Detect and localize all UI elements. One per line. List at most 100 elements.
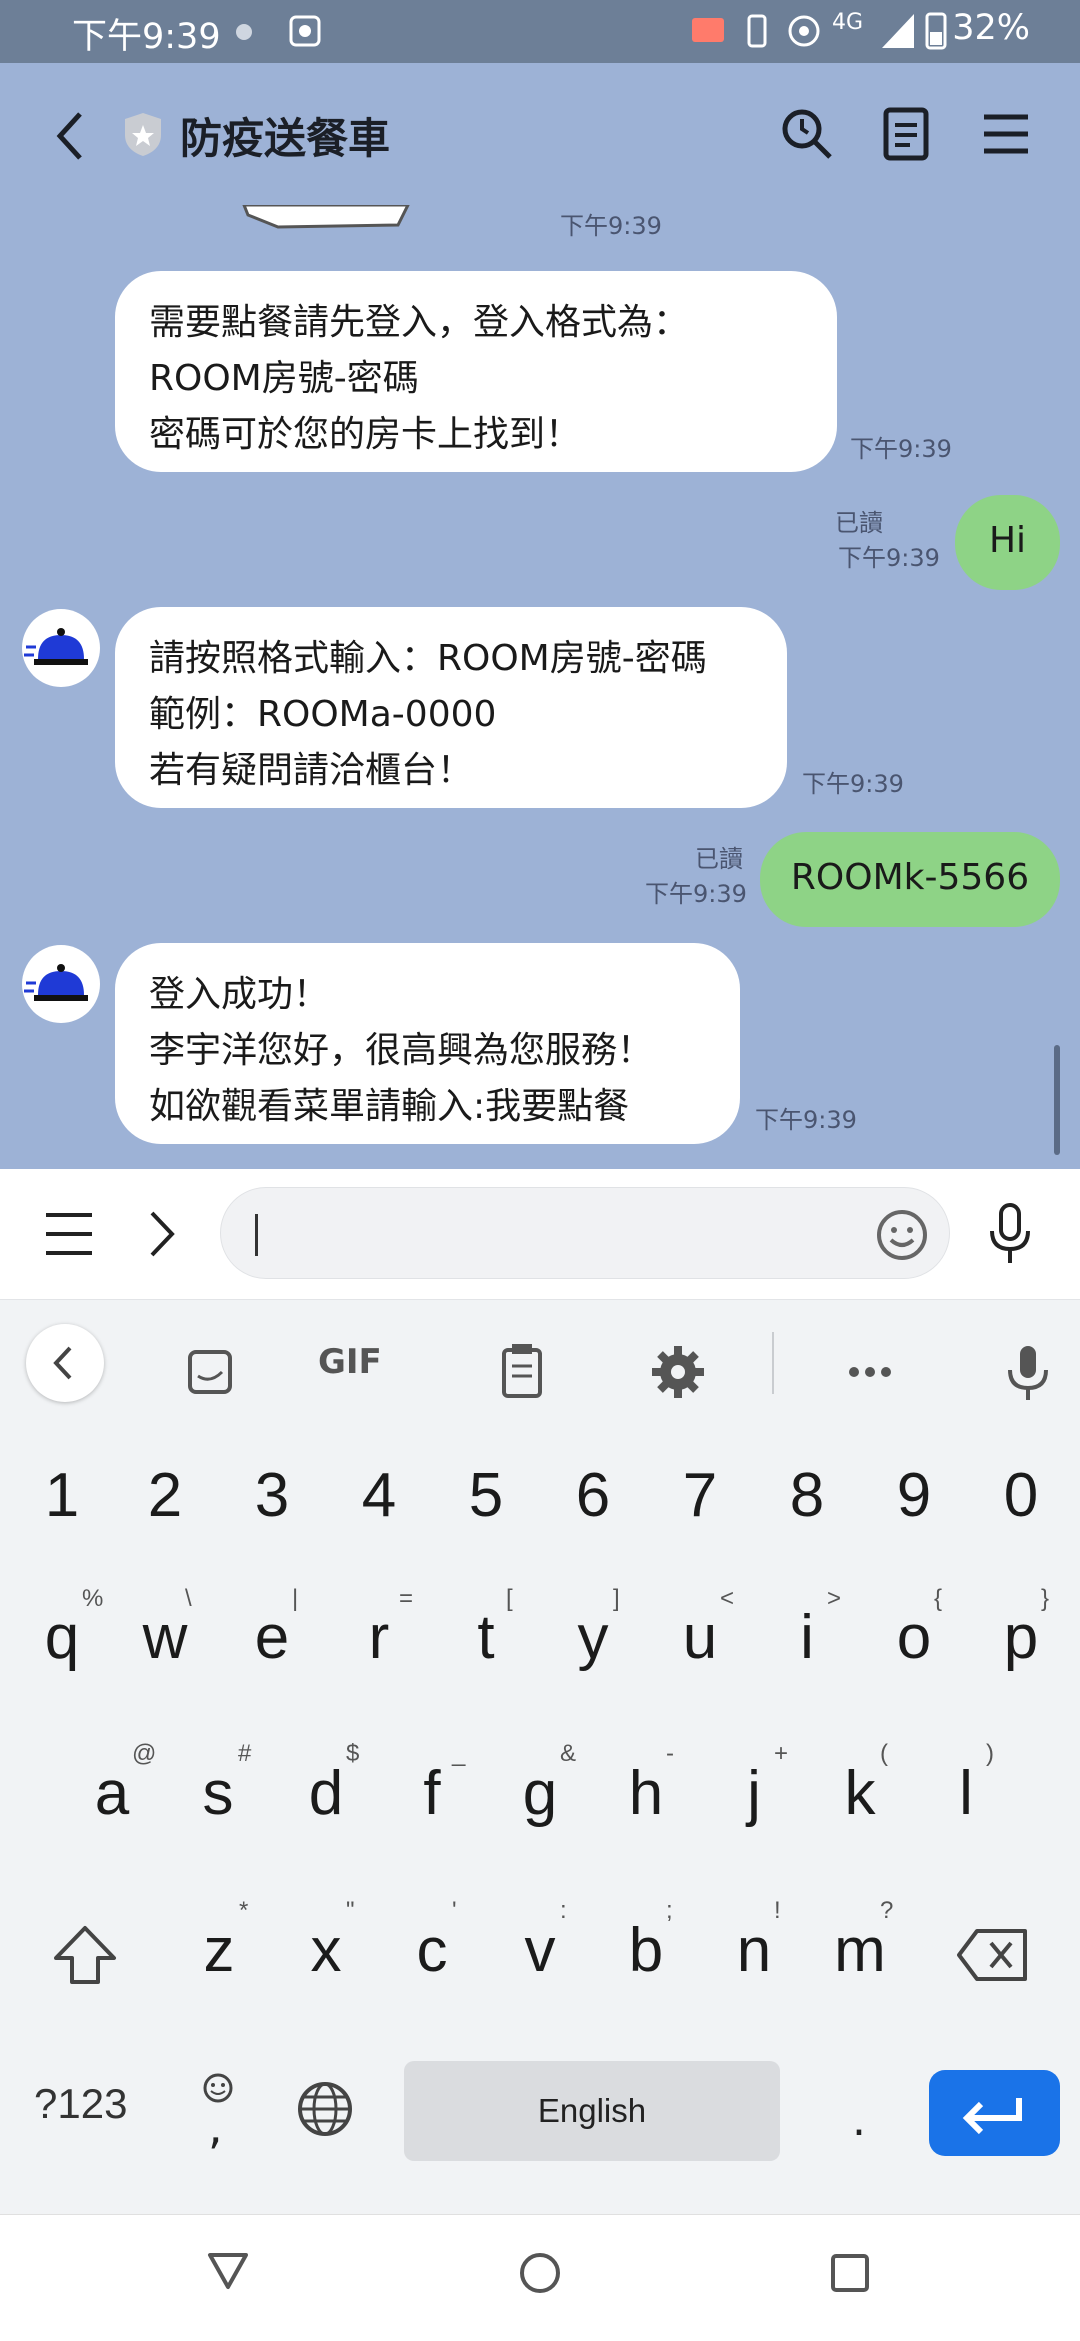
- sticker-icon[interactable]: [170, 1332, 250, 1412]
- menu-icon[interactable]: [44, 1211, 94, 1257]
- home-nav-icon[interactable]: [518, 2251, 562, 2295]
- brightness-icon: [236, 24, 252, 40]
- key-p[interactable]: p: [971, 1602, 1071, 1673]
- emoji-icon[interactable]: [875, 1208, 929, 1262]
- key-hint: ?: [880, 1897, 894, 1924]
- backspace-icon[interactable]: [955, 1925, 1031, 1985]
- voice-input-icon[interactable]: [988, 1332, 1068, 1412]
- key-y[interactable]: y: [543, 1602, 643, 1673]
- vibrate-icon: [747, 14, 767, 48]
- symbols-key[interactable]: ?123: [34, 2080, 127, 2128]
- key-7[interactable]: 7: [650, 1460, 750, 1531]
- key-3[interactable]: 3: [222, 1460, 322, 1531]
- key-x[interactable]: x: [276, 1915, 376, 1986]
- gif-button[interactable]: GIF: [318, 1342, 382, 1382]
- key-hint: +: [774, 1740, 789, 1767]
- key-g[interactable]: g: [490, 1758, 590, 1829]
- key-hint: $: [346, 1740, 360, 1767]
- key-b[interactable]: b: [596, 1915, 696, 1986]
- shield-icon: [125, 113, 161, 156]
- signal-icon: [882, 14, 914, 48]
- bot-message-bubble[interactable]: 需要點餐請先登入，登入格式為： ROOM房號-密碼 密碼可於您的房卡上找到！: [115, 271, 837, 472]
- clipboard-icon[interactable]: [482, 1332, 562, 1412]
- bot-avatar[interactable]: [22, 609, 100, 687]
- search-icon[interactable]: [780, 107, 834, 161]
- keyboard-collapse-button[interactable]: [26, 1324, 104, 1402]
- my-message-bubble[interactable]: Hi: [955, 495, 1060, 590]
- recents-nav-icon[interactable]: [830, 2253, 870, 2293]
- chat-messages[interactable]: 下午9:39 需要點餐請先登入，登入格式為： ROOM房號-密碼 密碼可於您的房…: [0, 205, 1080, 1169]
- key-e[interactable]: e: [222, 1602, 322, 1673]
- key-hint: !: [774, 1897, 781, 1924]
- space-key[interactable]: English: [404, 2061, 780, 2161]
- key-c[interactable]: c: [382, 1915, 482, 1986]
- key-l[interactable]: l: [916, 1758, 1016, 1829]
- key-n[interactable]: n: [704, 1915, 804, 1986]
- microphone-icon[interactable]: [988, 1203, 1032, 1265]
- delivery-bell-icon: [24, 628, 88, 665]
- message-time: 下午9:39: [755, 1106, 857, 1134]
- navigation-bar: [0, 2214, 1080, 2341]
- key-8[interactable]: 8: [757, 1460, 857, 1531]
- key-9[interactable]: 9: [864, 1460, 964, 1531]
- bot-avatar[interactable]: [22, 945, 100, 1023]
- bot-message-bubble[interactable]: 登入成功！ 李宇洋您好，很高興為您服務！ 如欲觀看菜單請輸入:我要點餐: [115, 943, 740, 1144]
- message-input[interactable]: [220, 1187, 950, 1279]
- key-hint: ;: [666, 1897, 673, 1924]
- notes-icon[interactable]: [882, 107, 930, 161]
- key-hint: :: [560, 1897, 567, 1924]
- key-hint: _: [452, 1740, 466, 1767]
- bot-message-bubble[interactable]: 請按照格式輸入：ROOM房號-密碼 範例：ROOMa-0000 若有疑問請洽櫃台…: [115, 607, 787, 808]
- text-cursor: [255, 1214, 258, 1256]
- chevron-left-icon: [53, 1346, 72, 1380]
- more-icon[interactable]: [830, 1332, 910, 1412]
- key-i[interactable]: i: [757, 1602, 857, 1673]
- settings-icon[interactable]: [638, 1332, 718, 1412]
- message-image-partial[interactable]: [238, 205, 418, 231]
- key-2[interactable]: 2: [115, 1460, 215, 1531]
- delivery-bell-icon: [24, 964, 88, 1001]
- period-key[interactable]: .: [852, 2095, 866, 2146]
- back-nav-icon[interactable]: [206, 2251, 250, 2291]
- key-0[interactable]: 0: [971, 1460, 1071, 1531]
- key-t[interactable]: t: [436, 1602, 536, 1673]
- comma-key[interactable]: ,: [208, 2100, 223, 2154]
- key-hint: >: [827, 1585, 842, 1612]
- key-6[interactable]: 6: [543, 1460, 643, 1531]
- toolbar-divider: [772, 1332, 774, 1394]
- key-j[interactable]: j: [704, 1758, 804, 1829]
- key-d[interactable]: d: [276, 1758, 376, 1829]
- key-h[interactable]: h: [596, 1758, 696, 1829]
- key-1[interactable]: 1: [12, 1460, 112, 1531]
- key-k[interactable]: k: [810, 1758, 910, 1829]
- chevron-right-icon[interactable]: [146, 1207, 178, 1261]
- key-u[interactable]: u: [650, 1602, 750, 1673]
- key-s[interactable]: s: [168, 1758, 268, 1829]
- battery-percent: 32%: [952, 8, 1030, 48]
- back-icon[interactable]: [50, 108, 90, 164]
- key-hint: \: [185, 1585, 192, 1612]
- key-v[interactable]: v: [490, 1915, 590, 1986]
- shift-icon[interactable]: [50, 1920, 120, 1990]
- key-hint: ": [346, 1897, 355, 1924]
- key-r[interactable]: r: [329, 1602, 429, 1673]
- chat-title: 防疫送餐車: [180, 114, 391, 163]
- enter-key[interactable]: [929, 2070, 1060, 2156]
- key-a[interactable]: a: [62, 1758, 162, 1829]
- key-hint: ': [452, 1897, 457, 1924]
- key-o[interactable]: o: [864, 1602, 964, 1673]
- scrollbar[interactable]: [1054, 1045, 1060, 1155]
- key-hint: ): [986, 1740, 994, 1767]
- globe-icon[interactable]: [296, 2080, 354, 2138]
- menu-icon[interactable]: [982, 113, 1030, 155]
- key-m[interactable]: m: [810, 1915, 910, 1986]
- status-time: 下午9:39: [72, 17, 221, 57]
- key-hint: @: [132, 1740, 157, 1767]
- key-4[interactable]: 4: [329, 1460, 429, 1531]
- key-z[interactable]: z: [169, 1915, 269, 1986]
- my-message-bubble[interactable]: ROOMk-5566: [760, 832, 1060, 927]
- key-f[interactable]: f: [382, 1758, 482, 1829]
- key-5[interactable]: 5: [436, 1460, 536, 1531]
- key-w[interactable]: w: [115, 1602, 215, 1673]
- key-hint: *: [239, 1897, 249, 1924]
